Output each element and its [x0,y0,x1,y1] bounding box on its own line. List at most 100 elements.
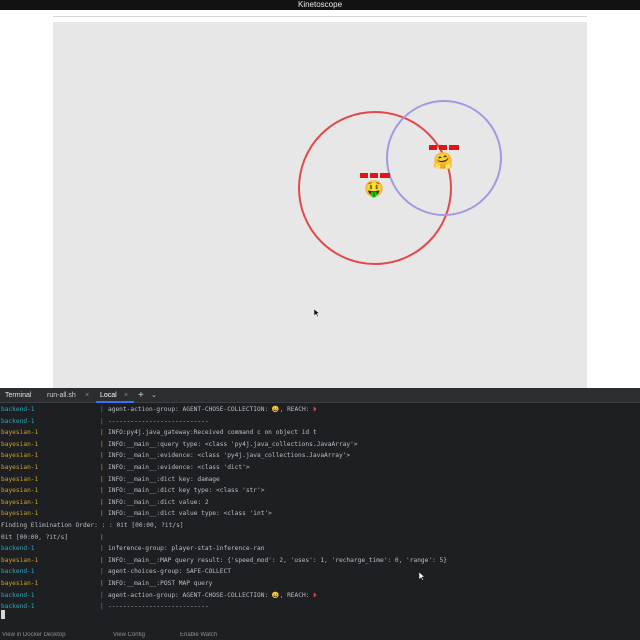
log-message-text: INFO:__main__:evidence: <class 'py4j.jav… [108,452,351,460]
log-message: INFO:__main__:MAP query result: {'speed_… [108,555,447,566]
log-service-name: bayesian-1 [1,464,39,471]
terminal-log-line: bayesian-1 | INFO:__main__:dict value type… [0,508,640,519]
log-message: INFO:__main__:dict key: damage [108,474,220,485]
terminal-log-line: Finding Elimination Order: : : 0it [00:0… [0,520,640,531]
log-service-name: bayesian-1 [1,452,39,460]
new-tab-plus-icon[interactable]: + [138,388,144,403]
log-message: INFO:__main__:dict value type: <class 'i… [108,508,272,519]
log-message-text: INFO:__main__:dict value: 2 [108,498,209,506]
log-service-name: bayesian-1 [1,580,39,587]
log-message: agent-action-group: AGENT-CHOSE-COLLECTI… [108,590,317,601]
log-separator: | [100,533,104,541]
log-service-name: backend-1 [1,591,35,599]
log-separator: | [100,603,104,611]
log-separator: | [100,591,104,599]
log-separator: | [100,487,104,495]
log-service-name: bayesian-1 [1,475,39,483]
log-message-text: agent-action-group: AGENT-CHOSE-COLLECTI… [108,406,314,413]
log-service-name: bayesian-1 [1,440,39,448]
log-message-text: INFO:__main__:query type: <class 'py4j.j… [108,440,358,448]
log-separator: | [100,464,104,471]
terminal-log-line: bayesian-1 | INFO:py4j.java_gateway:Receiv… [0,427,640,438]
log-message-text: INFO:__main__:POST MAP query [108,580,213,587]
log-separator: | [100,580,104,587]
view-in-docker-desktop-link[interactable]: View in Docker Desktop [2,632,66,638]
terminal-log-line: backend-1 | inference-group: player-stat-i… [0,543,640,554]
tab-run-all-close-icon[interactable]: × [85,388,89,403]
terminal-status-bar: View in Docker Desktop View Config Enabl… [0,632,640,640]
game-top-divider [53,16,587,17]
browser-top-bar: Kinetoscope [0,0,640,10]
log-separator: | [100,417,104,425]
tab-local[interactable]: Local [96,388,134,403]
terminal-log-line: backend-1 | --------------------------- [0,601,640,612]
log-separator: | [100,452,104,460]
log-message-text: INFO:__main__:dict value type: <class 'i… [108,510,272,518]
log-service-name: bayesian-1 [1,498,39,506]
tab-local-close-icon[interactable]: × [124,388,128,403]
log-message: INFO:__main__:query type: <class 'py4j.j… [108,439,358,450]
terminal-log-line: bayesian-1 | INFO:__main__:MAP query resul… [0,555,640,566]
game-canvas[interactable]: 🤑 🤗 [53,22,587,388]
mouse-cursor-icon [419,572,425,581]
log-message: --------------------------- [108,601,209,612]
reach-marker-icon: ❥ [313,591,317,599]
enable-watch-link[interactable]: Enable Watch [180,632,217,638]
log-message: inference-group: player-stat-inference-r… [108,543,264,554]
log-message-text: agent-choices-group: SAFE-COLLECT [108,568,231,576]
log-text: 0it [00:00, ?it/s] [1,533,69,541]
terminal-log-line: bayesian-1 | INFO:__main__:evidence: <clas… [0,450,640,461]
terminal-output[interactable]: backend-1 | agent-action-group: AGENT-CHOS… [0,404,640,626]
page-title: Kinetoscope [297,0,343,9]
log-message: INFO:__main__:dict key type: <class 'str… [108,485,264,496]
log-message-text: --------------------------- [108,603,209,611]
log-separator: | [100,429,104,437]
log-service-name: bayesian-1 [1,429,39,437]
terminal-log-line: 0it [00:00, ?it/s] | [0,532,640,543]
log-service-name: backend-1 [1,545,35,553]
log-service-name: backend-1 [1,603,35,611]
terminal-tab-bar: Terminal run-all.sh × Local × + ⌄ [0,388,640,403]
log-separator: | [100,406,104,413]
agent-red-icon[interactable]: 🤑 [364,180,384,200]
log-service-name: bayesian-1 [1,510,39,518]
tab-run-all[interactable]: run-all.sh [47,388,76,403]
terminal-log-line: backend-1 | agent-action-group: AGENT-CHOS… [0,590,640,601]
log-message: INFO:py4j.java_gateway:Received command … [108,427,317,438]
log-separator: | [100,556,104,564]
log-message-text: INFO:py4j.java_gateway:Received command … [108,429,317,437]
log-message: INFO:__main__:evidence: <class 'py4j.jav… [108,450,350,461]
terminal-log-line: backend-1 | agent-action-group: AGENT-CHOS… [0,404,640,415]
terminal-log-line: bayesian-1 | INFO:__main__:POST MAP query [0,578,640,589]
log-separator: | [100,440,104,448]
log-separator: | [100,510,104,518]
log-text: Finding Elimination Order: : : 0it [00:0… [1,522,184,529]
log-separator: | [100,545,104,553]
terminal-tool-title[interactable]: Terminal [5,388,31,403]
terminal-log-line: bayesian-1 | INFO:__main__:dict key: damag… [0,474,640,485]
log-message: --------------------------- [108,416,209,427]
log-message: INFO:__main__:POST MAP query [108,578,212,589]
agent-blue-icon[interactable]: 🤗 [433,152,453,172]
log-message-text: INFO:__main__:dict key type: <class 'str… [108,487,265,495]
log-message: INFO:__main__:dict value: 2 [108,497,209,508]
log-separator: | [100,568,104,576]
log-service-name: bayesian-1 [1,556,39,564]
terminal-panel[interactable]: Terminal run-all.sh × Local × + ⌄ backen… [0,388,640,640]
terminal-log-line: bayesian-1 | INFO:__main__:evidence: <clas… [0,462,640,473]
tab-dropdown-chevron-icon[interactable]: ⌄ [151,388,157,403]
terminal-cursor [1,610,5,619]
log-separator: | [100,498,104,506]
terminal-log-line: bayesian-1 | INFO:__main__:dict key type: … [0,485,640,496]
log-message: agent-action-group: AGENT-CHOSE-COLLECTI… [108,404,317,415]
view-config-link[interactable]: View Config [113,632,145,638]
log-message-text: INFO:__main__:MAP query result: {'speed_… [108,556,447,564]
log-message-text: inference-group: player-stat-inference-r… [108,545,265,553]
reach-marker-icon: ❥ [313,406,317,413]
agent-blue-health-bar [429,145,459,150]
agent-red-health-bar [360,173,390,178]
terminal-log-line: bayesian-1 | INFO:__main__:dict value: 2 [0,497,640,508]
terminal-log-line: backend-1 | --------------------------- [0,416,640,427]
log-message: INFO:__main__:evidence: <class 'dict'> [108,462,250,473]
log-message-text: agent-action-group: AGENT-CHOSE-COLLECTI… [108,591,314,599]
